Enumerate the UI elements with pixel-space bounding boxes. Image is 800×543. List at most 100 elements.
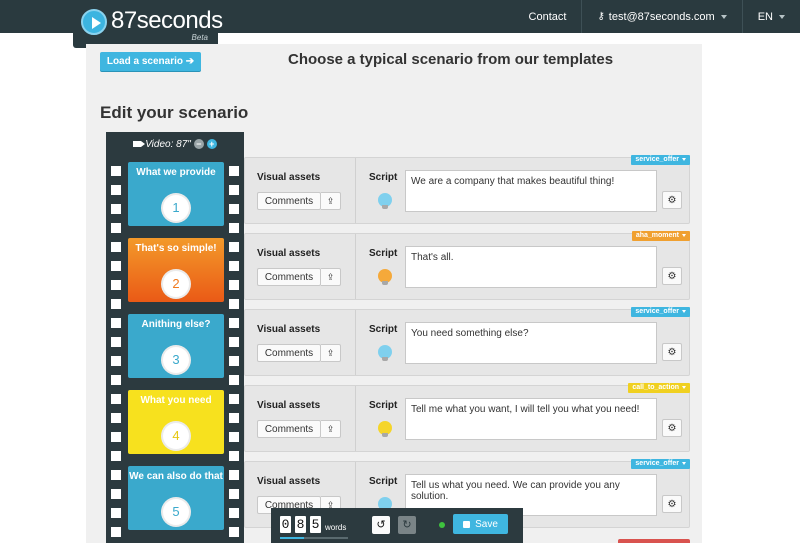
increase-duration-button[interactable]: +: [206, 139, 217, 149]
row-divider: [355, 234, 356, 299]
scene-frame-title: We can also do that: [129, 471, 223, 482]
film-perforation: [229, 242, 239, 252]
language-menu[interactable]: EN: [741, 0, 800, 33]
scene-type-label: call_to_action: [632, 384, 679, 391]
comments-button[interactable]: Comments: [257, 268, 321, 286]
scene-frame[interactable]: That's so simple! 2: [128, 238, 224, 302]
film-perforation: [111, 451, 121, 461]
settings-button[interactable]: ⚙: [662, 191, 682, 209]
chevron-down-icon: [720, 14, 727, 19]
chevron-down-icon: [682, 233, 686, 237]
film-perforation: [229, 185, 239, 195]
video-camera-icon: [133, 141, 146, 147]
gear-icon: ⚙: [667, 346, 677, 358]
upload-icon: ⇪: [326, 195, 335, 206]
scene-frame[interactable]: Anithing else? 3: [128, 314, 224, 378]
lightbulb-icon[interactable]: [378, 193, 392, 209]
comments-button[interactable]: Comments: [257, 420, 321, 438]
film-perforation: [111, 375, 121, 385]
settings-button[interactable]: ⚙: [662, 267, 682, 285]
script-textarea[interactable]: Tell me what you want, I will tell you w…: [405, 398, 657, 440]
film-perforation: [229, 375, 239, 385]
load-scenario-button[interactable]: Load a scenario ➔: [100, 52, 201, 71]
scene-row: Visual assets Comments ⇪ Script You need som…: [244, 307, 690, 376]
film-perforation: [229, 223, 239, 233]
filmstrip: Video: 87" − + What we provide 1 That's so…: [106, 132, 244, 543]
film-perforation: [229, 261, 239, 271]
film-perforation: [229, 432, 239, 442]
decrease-duration-button[interactable]: −: [193, 139, 204, 149]
scene-type-tag[interactable]: service_offer: [631, 155, 690, 165]
upload-button[interactable]: ⇪: [321, 192, 341, 210]
account-menu[interactable]: ⚷ test@87seconds.com: [581, 0, 741, 33]
redo-button[interactable]: ↻: [398, 516, 416, 534]
script-label: Script: [369, 248, 398, 259]
film-perforation: [111, 166, 121, 176]
script-label: Script: [369, 400, 398, 411]
lightbulb-icon[interactable]: [378, 269, 392, 285]
film-perforation: [229, 318, 239, 328]
scene-frame[interactable]: What you need 4: [128, 390, 224, 454]
templates-title: Choose a typical scenario from our templ…: [288, 51, 614, 68]
film-perforation: [229, 451, 239, 461]
word-count-digit: 0: [280, 516, 291, 533]
scene-type-label: service_offer: [635, 460, 679, 467]
language-label: EN: [757, 10, 773, 23]
visual-assets-label: Visual assets: [257, 400, 321, 411]
word-count-digit: 8: [295, 516, 306, 533]
undo-button[interactable]: ↺: [372, 516, 390, 534]
video-duration-label: Video: 87": [145, 138, 191, 150]
word-progress-fill: [280, 537, 304, 539]
gear-icon: ⚙: [667, 498, 677, 510]
scene-frame[interactable]: We can also do that 5: [128, 466, 224, 530]
gear-icon: ⚙: [667, 422, 677, 434]
script-textarea[interactable]: That's all.: [405, 246, 657, 288]
upload-button[interactable]: ⇪: [321, 420, 341, 438]
scene-type-label: service_offer: [635, 156, 679, 163]
visual-assets-label: Visual assets: [257, 324, 321, 335]
chevron-down-icon: [682, 385, 686, 389]
scene-frame-number: 3: [161, 345, 191, 375]
beta-badge: Beta: [191, 33, 208, 42]
gear-icon: ⚙: [667, 194, 677, 206]
scene-frame[interactable]: What we provide 1: [128, 162, 224, 226]
next-row-tag-edge: [618, 539, 690, 543]
film-perforation: [111, 470, 121, 480]
brand-logo[interactable]: 87seconds Beta: [73, 0, 223, 48]
upload-button[interactable]: ⇪: [321, 268, 341, 286]
scene-frame-title: Anithing else?: [141, 319, 211, 330]
visual-assets-label: Visual assets: [257, 476, 321, 487]
film-perforation: [111, 356, 121, 366]
lightbulb-icon[interactable]: [378, 421, 392, 437]
script-textarea[interactable]: You need something else?: [405, 322, 657, 364]
comments-button[interactable]: Comments: [257, 344, 321, 362]
film-perforation: [111, 432, 121, 442]
row-divider: [355, 386, 356, 451]
lightbulb-icon[interactable]: [378, 345, 392, 361]
film-perforation: [229, 394, 239, 404]
scene-type-tag[interactable]: aha_moment: [631, 231, 690, 241]
floppy-disk-icon: [463, 520, 471, 528]
save-button[interactable]: Save: [453, 514, 508, 534]
film-perforation: [229, 489, 239, 499]
visual-assets-label: Visual assets: [257, 248, 321, 259]
play-logo-icon: [81, 9, 107, 35]
script-label: Script: [369, 324, 398, 335]
scene-type-tag[interactable]: service_offer: [631, 459, 690, 469]
scene-row: Visual assets Comments ⇪ Script We are a com…: [244, 155, 690, 224]
comments-button[interactable]: Comments: [257, 192, 321, 210]
film-perforation: [229, 508, 239, 518]
save-label: Save: [475, 518, 498, 530]
scene-type-tag[interactable]: service_offer: [631, 307, 690, 317]
settings-button[interactable]: ⚙: [662, 343, 682, 361]
scene-row: Visual assets Comments ⇪ Script That's all. ⚙…: [244, 231, 690, 300]
script-textarea[interactable]: We are a company that makes beautiful th…: [405, 170, 657, 212]
film-perforation: [111, 394, 121, 404]
gear-icon: ⚙: [667, 270, 677, 282]
scene-type-tag[interactable]: call_to_action: [628, 383, 690, 393]
contact-link[interactable]: Contact: [514, 0, 582, 33]
settings-button[interactable]: ⚙: [662, 419, 682, 437]
film-perforation: [229, 413, 239, 423]
upload-button[interactable]: ⇪: [321, 344, 341, 362]
settings-button[interactable]: ⚙: [662, 495, 682, 513]
